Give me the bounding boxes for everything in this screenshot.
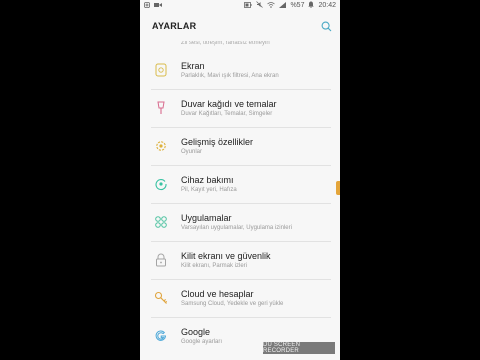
item-subtitle: Varsayılan uygulamalar, Uygulama izinler… bbox=[181, 225, 292, 231]
video-icon bbox=[154, 2, 162, 10]
settings-item-lock-screen[interactable]: Kilit ekranı ve güvenlik Kilit ekranı, P… bbox=[140, 241, 340, 279]
battery-percent: %57 bbox=[290, 2, 305, 9]
item-title: Kilit ekranı ve güvenlik bbox=[181, 251, 271, 261]
settings-item-wallpaper[interactable]: Duvar kağıdı ve temalar Duvar Kağıtları,… bbox=[140, 89, 340, 127]
settings-item-display[interactable]: Ekran Parlaklık, Mavi ışık filtresi, Ana… bbox=[140, 51, 340, 89]
scroll-handle[interactable] bbox=[336, 181, 340, 195]
item-subtitle: Duvar Kağıtları, Temalar, Simgeler bbox=[181, 111, 273, 117]
item-title: Gelişmiş özellikler bbox=[181, 137, 254, 147]
notifications-icon bbox=[308, 1, 315, 10]
device-care-icon bbox=[140, 177, 181, 191]
wifi-icon bbox=[267, 1, 276, 10]
search-icon[interactable] bbox=[321, 21, 332, 32]
item-title: Uygulamalar bbox=[181, 213, 232, 223]
battery-icon bbox=[244, 1, 252, 10]
status-bar: %57 20:42 bbox=[140, 0, 340, 11]
item-subtitle: Pil, Kayıt yeri, Hafıza bbox=[181, 187, 237, 193]
display-icon bbox=[140, 63, 181, 77]
item-subtitle: Oyunlar bbox=[181, 149, 203, 155]
instagram-icon bbox=[144, 1, 150, 10]
item-title: Cihaz bakımı bbox=[181, 175, 234, 185]
settings-screen: %57 20:42 AYARLAR Zil sesi, titreşim, ra… bbox=[140, 0, 340, 360]
advanced-features-icon bbox=[140, 139, 181, 153]
key-icon bbox=[140, 291, 181, 305]
item-subtitle: Samsung Cloud, Yedekle ve geri yükle bbox=[181, 301, 284, 307]
item-title: Google bbox=[181, 327, 211, 337]
item-subtitle: Parlaklık, Mavi ışık filtresi, Ana ekran bbox=[181, 73, 279, 79]
settings-header: AYARLAR bbox=[140, 11, 340, 41]
recorder-watermark: DU SCREEN RECORDER bbox=[263, 342, 335, 354]
settings-item-apps[interactable]: Uygulamalar Varsayılan uygulamalar, Uygu… bbox=[140, 203, 340, 241]
settings-item-device-care[interactable]: Cihaz bakımı Pil, Kayıt yeri, Hafıza bbox=[140, 165, 340, 203]
settings-item-advanced-features[interactable]: Gelişmiş özellikler Oyunlar bbox=[140, 127, 340, 165]
apps-icon bbox=[140, 215, 181, 229]
item-subtitle: Google ayarları bbox=[181, 339, 223, 345]
partial-item-subtitle: Zil sesi, titreşim, rahatsız etmeyin bbox=[181, 41, 270, 46]
lock-icon bbox=[140, 253, 181, 267]
item-title: Duvar kağıdı ve temalar bbox=[181, 99, 277, 109]
status-time: 20:42 bbox=[318, 2, 336, 9]
settings-item-cloud-accounts[interactable]: Cloud ve hesaplar Samsung Cloud, Yedekle… bbox=[140, 279, 340, 317]
signal-icon bbox=[279, 1, 287, 10]
mute-icon bbox=[256, 1, 264, 10]
google-icon bbox=[140, 329, 181, 343]
wallpaper-icon bbox=[140, 101, 181, 115]
item-title: Ekran bbox=[181, 61, 205, 71]
item-subtitle: Kilit ekranı, Parmak izleri bbox=[181, 263, 248, 269]
item-title: Cloud ve hesaplar bbox=[181, 289, 254, 299]
page-title: AYARLAR bbox=[152, 21, 197, 31]
